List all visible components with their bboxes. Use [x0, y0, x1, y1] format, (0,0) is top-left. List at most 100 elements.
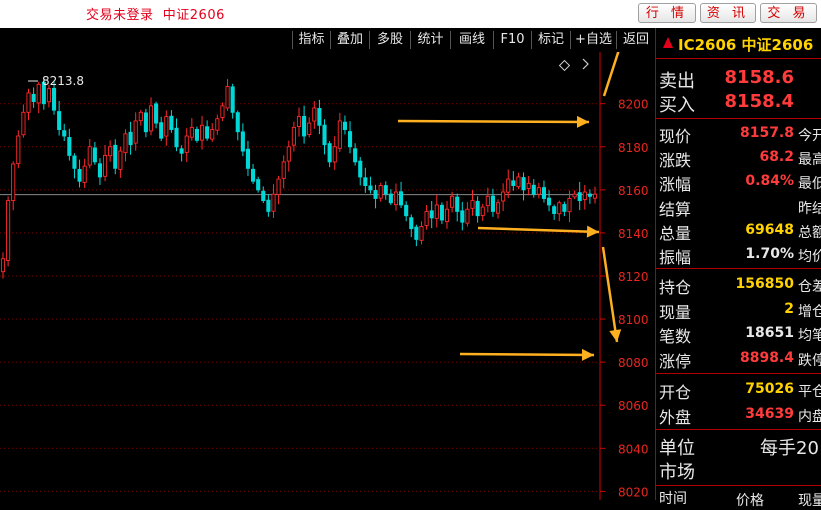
overlay-button[interactable]: 叠加 [330, 31, 369, 49]
quote-row: 现量 2 增仓 [656, 298, 821, 322]
candle [225, 78, 230, 111]
candle-body [251, 168, 256, 182]
divider [656, 429, 821, 430]
candle-body [516, 176, 521, 188]
y-tick-label: 8060 [618, 399, 649, 413]
trade-button[interactable]: 交 易 [760, 3, 817, 23]
arrow-shaft [477, 226, 600, 234]
candle [388, 189, 393, 206]
candle [327, 141, 332, 168]
quote-label: 涨幅 [659, 175, 692, 195]
add-favorite-button[interactable]: +自选 [570, 31, 616, 49]
candle-body [148, 105, 154, 132]
candle [337, 112, 342, 152]
candle [567, 190, 572, 223]
draw-line-button[interactable]: 画线 [450, 31, 493, 49]
mark-button[interactable]: 标记 [531, 31, 570, 49]
candle-body [0, 258, 6, 273]
candle-body [429, 210, 434, 219]
quote-panel: IC2606 中证2606 卖出 8158.6 买入 8158.4 现价 8157… [655, 28, 821, 509]
candle-body [205, 126, 210, 139]
candle-body [36, 83, 41, 104]
candle-body [138, 111, 143, 122]
candle [36, 81, 41, 114]
candle-body [322, 124, 327, 146]
candle-body [235, 112, 240, 133]
candle [414, 224, 419, 247]
candle-body [587, 193, 592, 197]
candle-body [97, 163, 103, 178]
candle-body [347, 131, 353, 148]
quote-label: 涨跌 [659, 151, 692, 171]
candle [189, 118, 194, 141]
statistics-button[interactable]: 统计 [410, 31, 450, 49]
candle [138, 109, 143, 126]
candle [572, 190, 577, 200]
volume-column: 现量 [798, 493, 821, 509]
candle-body [21, 111, 26, 136]
sell-row: 卖出 8158.6 [656, 66, 821, 92]
candle [11, 161, 16, 211]
candle [455, 193, 460, 222]
quote-row: 结算 昨结 [656, 195, 821, 219]
market-button[interactable]: 行 情 [638, 3, 696, 23]
candle-body [495, 202, 501, 214]
back-button[interactable]: 返回 [616, 31, 655, 49]
kline-chart[interactable]: 8200 8180 8160 8140 8120 8100 8080 8060 8040 8020… [0, 21, 655, 500]
quote-label: 结算 [659, 199, 692, 219]
candle-body [307, 122, 312, 136]
candle [592, 186, 598, 204]
candle-body [434, 204, 439, 219]
quote-extra-label: 平仓 [798, 384, 821, 400]
chart-toolbar: 指标 叠加 多股 统计 画线 F10 标记 +自选 返回 [0, 28, 655, 52]
y-tick-label: 8140 [618, 227, 649, 241]
title-bar: 交易未登录 中证2606 行 情 资 讯 交 易 [0, 0, 821, 29]
candle-body [87, 146, 92, 166]
candle-body [475, 200, 480, 217]
candle-body [266, 199, 271, 212]
candle-body [256, 179, 261, 191]
candle-body [460, 210, 465, 223]
quote-label: 外盘 [659, 407, 692, 427]
candle [281, 155, 286, 189]
divider [656, 485, 821, 486]
quote-extra-label: 均价 [798, 249, 821, 265]
quote-label: 现量 [659, 302, 692, 322]
quote-extra-label: 总额 [798, 224, 821, 241]
quote-value: 34639 [745, 405, 794, 422]
candle-body [296, 116, 302, 127]
arrow-to-8140 [477, 225, 600, 238]
candle-body [72, 155, 77, 169]
candle [266, 194, 271, 217]
price-column: 价格 [736, 493, 764, 509]
info-button[interactable]: 资 讯 [700, 3, 756, 23]
quote-row: 开仓 75026 平仓 [656, 378, 821, 402]
candle [0, 252, 6, 279]
y-tick-label: 8020 [618, 485, 649, 499]
collapse-icon[interactable] [582, 58, 589, 70]
candle-body [592, 193, 598, 199]
diamond-icon[interactable] [558, 59, 571, 72]
candle [108, 140, 113, 162]
candle [57, 100, 62, 136]
arrow-head [576, 115, 589, 128]
quote-value: 18651 [745, 325, 794, 342]
candle [245, 140, 251, 176]
multi-stock-button[interactable]: 多股 [369, 31, 410, 49]
candle [562, 201, 567, 217]
quote-label: 笔数 [659, 327, 692, 347]
candle-body [103, 154, 108, 177]
arrow-down-axis [601, 246, 622, 343]
candle [577, 181, 582, 211]
candle-body [404, 204, 409, 217]
y-tick-label: 8040 [618, 442, 649, 456]
high-price-label: 8213.8 [42, 74, 84, 88]
candle [547, 190, 552, 212]
indicator-button[interactable]: 指标 [292, 31, 330, 49]
y-tick-label: 8180 [618, 141, 649, 155]
f10-button[interactable]: F10 [493, 31, 531, 49]
quote-label: 总量 [659, 223, 692, 243]
candle-body [245, 148, 251, 169]
candle-body [6, 200, 11, 261]
time-column: 时间 [659, 491, 687, 507]
